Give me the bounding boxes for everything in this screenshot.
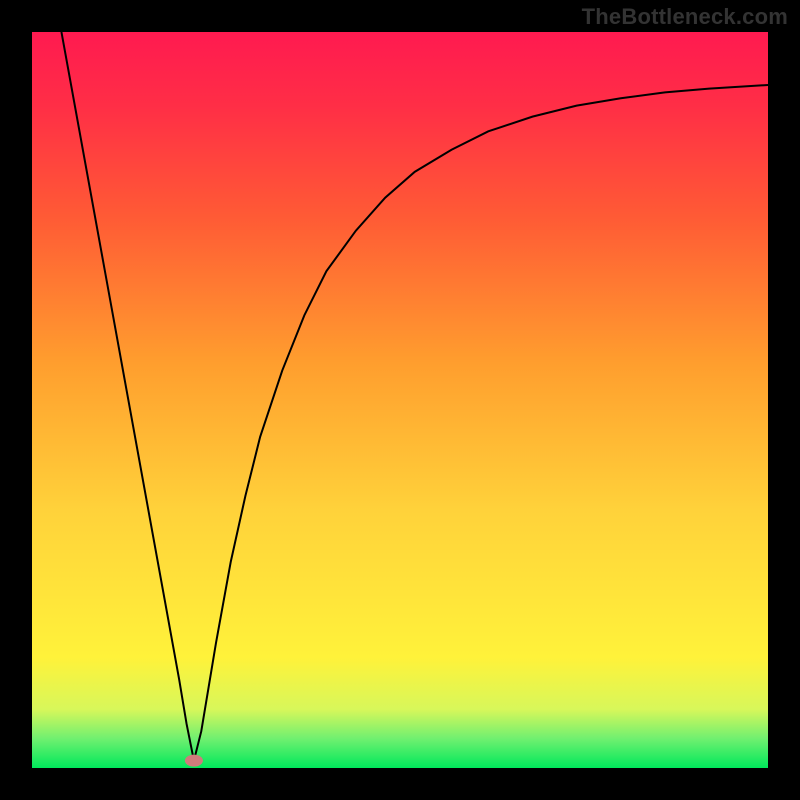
plot-background	[32, 32, 768, 768]
chart-frame: TheBottleneck.com	[0, 0, 800, 800]
chart-svg	[32, 32, 768, 768]
minimum-marker	[185, 755, 203, 767]
plot-area	[32, 32, 768, 768]
site-attribution: TheBottleneck.com	[582, 4, 788, 30]
